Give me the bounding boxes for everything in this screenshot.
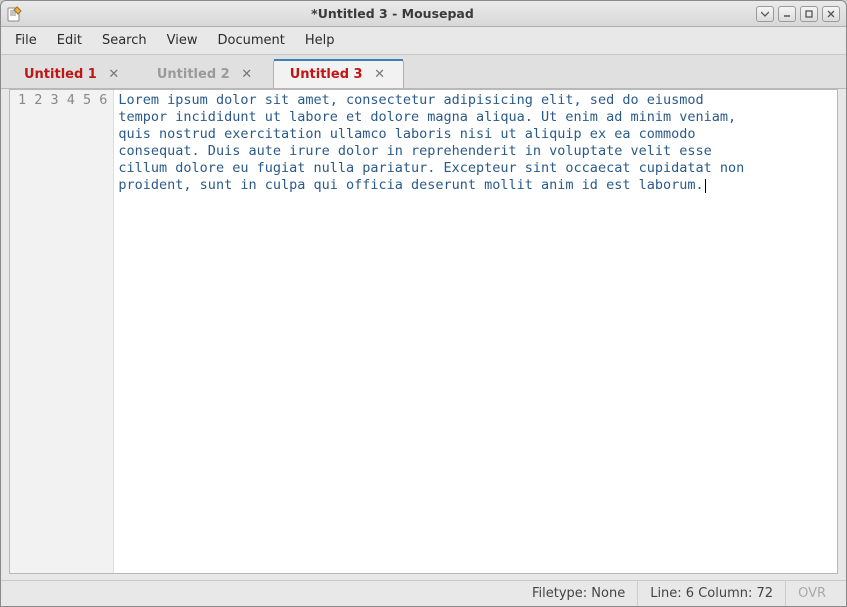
minimize-button[interactable]	[778, 6, 796, 22]
tabbar: Untitled 1 ✕ Untitled 2 ✕ Untitled 3 ✕	[1, 55, 846, 89]
tab-untitled-2[interactable]: Untitled 2 ✕	[140, 59, 271, 88]
close-icon[interactable]: ✕	[240, 68, 254, 82]
menu-edit[interactable]: Edit	[47, 29, 92, 52]
tab-label: Untitled 2	[157, 67, 230, 82]
menu-search[interactable]: Search	[92, 29, 157, 52]
tab-untitled-1[interactable]: Untitled 1 ✕	[7, 59, 138, 88]
close-icon[interactable]: ✕	[373, 68, 387, 82]
app-icon	[7, 6, 23, 22]
window-controls	[756, 6, 840, 22]
tab-label: Untitled 1	[24, 67, 97, 82]
menu-file[interactable]: File	[5, 29, 47, 52]
status-position: Line: 6 Column: 72	[637, 581, 785, 606]
menu-document[interactable]: Document	[207, 29, 294, 52]
status-filetype: Filetype: None	[520, 581, 637, 606]
statusbar: Filetype: None Line: 6 Column: 72 OVR	[1, 580, 846, 606]
text-editor[interactable]: Lorem ipsum dolor sit amet, consectetur …	[114, 90, 837, 573]
app-window: *Untitled 3 - Mousepad File Edit Search …	[0, 0, 847, 607]
text-caret	[705, 179, 706, 193]
tab-untitled-3[interactable]: Untitled 3 ✕	[273, 59, 404, 88]
window-title: *Untitled 3 - Mousepad	[29, 6, 756, 21]
editor-area: 1 2 3 4 5 6 Lorem ipsum dolor sit amet, …	[9, 89, 838, 574]
status-ovr[interactable]: OVR	[785, 581, 838, 606]
close-icon[interactable]: ✕	[107, 68, 121, 82]
close-button[interactable]	[822, 6, 840, 22]
menu-help[interactable]: Help	[295, 29, 345, 52]
window-menu-button[interactable]	[756, 6, 774, 22]
maximize-button[interactable]	[800, 6, 818, 22]
titlebar[interactable]: *Untitled 3 - Mousepad	[1, 1, 846, 27]
line-number-gutter: 1 2 3 4 5 6	[10, 90, 114, 573]
tab-label: Untitled 3	[290, 67, 363, 82]
menu-view[interactable]: View	[157, 29, 208, 52]
menubar: File Edit Search View Document Help	[1, 27, 846, 55]
